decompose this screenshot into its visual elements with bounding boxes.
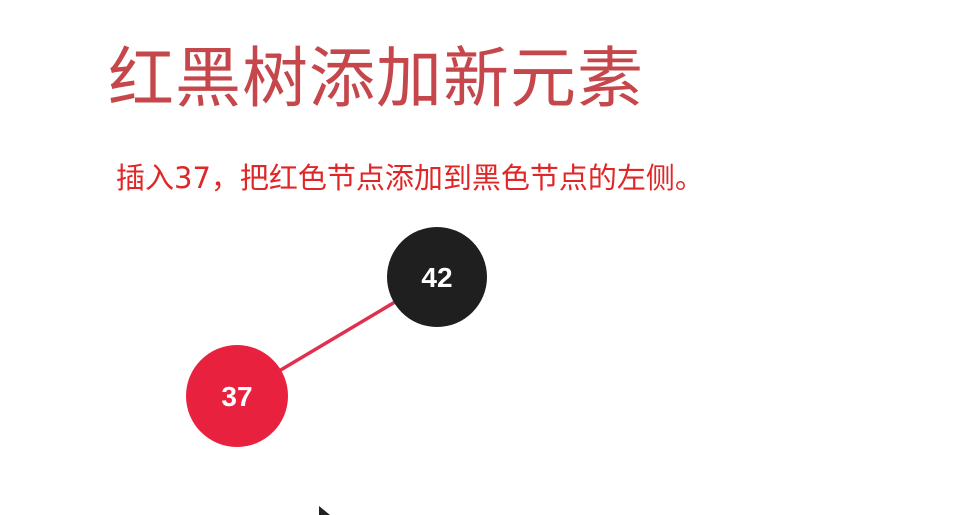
tree-node-37: 37 bbox=[186, 345, 288, 447]
red-black-tree-diagram: 42 37 bbox=[186, 227, 487, 515]
mouse-cursor-icon bbox=[319, 506, 330, 515]
tree-node-42: 42 bbox=[387, 227, 487, 327]
node-42-label: 42 bbox=[421, 262, 452, 293]
node-37-label: 37 bbox=[221, 381, 252, 412]
slide: 红黑树添加新元素 插入37，把红色节点添加到黑色节点的左侧。 42 37 bbox=[0, 0, 968, 515]
